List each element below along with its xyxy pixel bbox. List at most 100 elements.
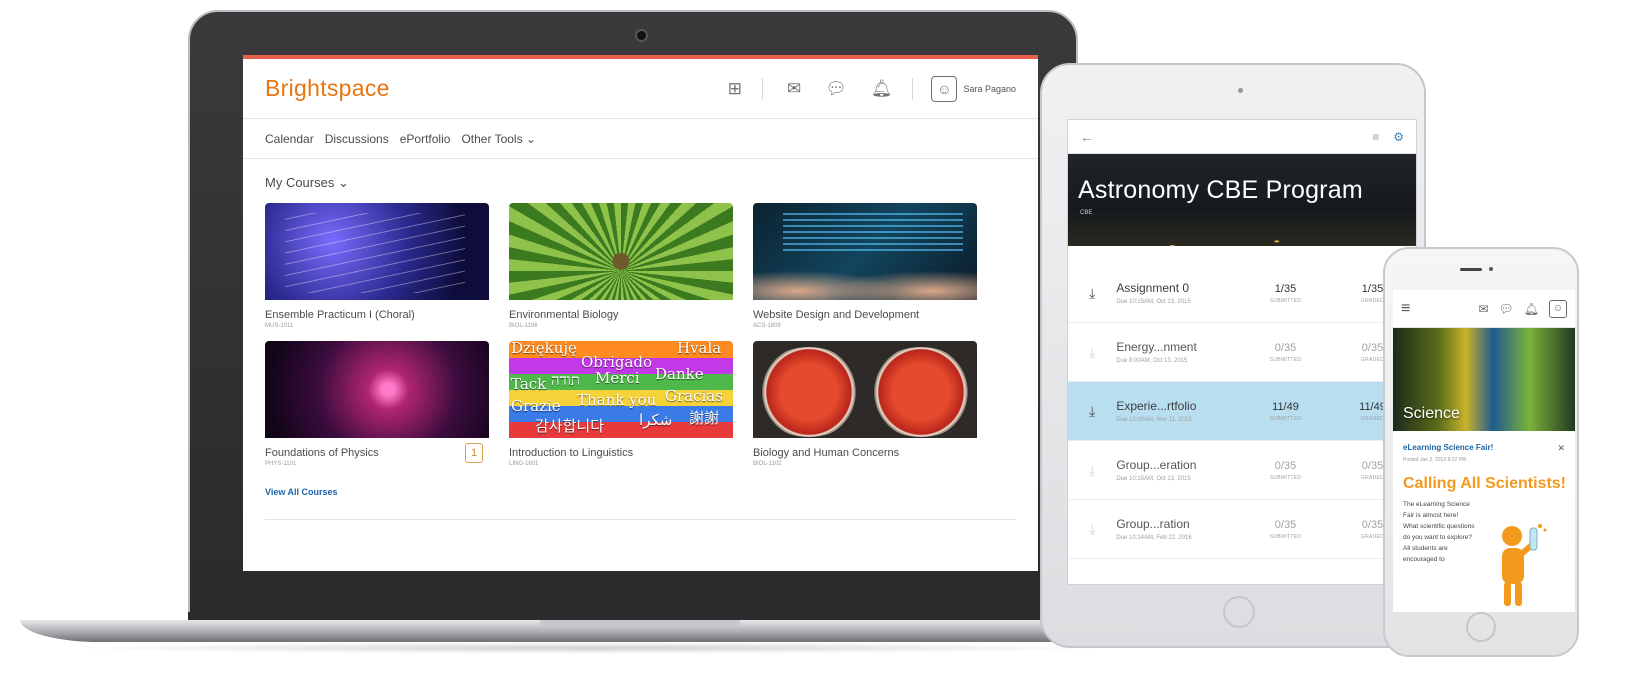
course-name[interactable]: Biology and Human Concerns — [753, 447, 977, 459]
word-tile: Gracias — [665, 387, 723, 405]
back-arrow-icon[interactable]: ← — [1080, 129, 1358, 145]
header-divider — [912, 77, 914, 100]
word-tile: Merci — [595, 369, 640, 387]
nav-item-calendar[interactable]: Calendar — [265, 132, 314, 146]
view-all-courses-link[interactable]: View All Courses — [243, 467, 1038, 497]
course-name[interactable]: Foundations of Physics — [265, 447, 489, 459]
assignment-due: Due 10:14AM, Feb 22, 2016 — [1116, 534, 1192, 541]
apps-grid-icon[interactable]: ⊞ — [728, 79, 742, 99]
assignment-list: ⤓ Assignment 0 Due 10:15AM, Oct 13, 2015 … — [1068, 264, 1416, 559]
submitted-label: SUBMITTED — [1269, 356, 1302, 363]
phone-toolbar: ≡ ✉ 💬︎ 🔔︎ ☺ — [1393, 290, 1575, 328]
course-card[interactable]: Environmental Biology BIOL-1106 — [509, 203, 733, 329]
announcement-title[interactable]: eLearning Science Fair! — [1403, 443, 1557, 454]
laptop-camera — [637, 31, 646, 40]
assignment-row[interactable]: ⤓ Energy...nment Due 8:00AM, Oct 13, 2015… — [1068, 323, 1416, 382]
announcement-headline: Calling All Scientists! — [1403, 475, 1566, 492]
course-card[interactable]: Website Design and Development ACS-1809 — [753, 203, 977, 329]
my-courses-title[interactable]: My Courses ⌄ — [243, 159, 1038, 203]
course-code: BIOL-1106 — [509, 323, 538, 329]
course-card[interactable]: Ensemble Practicum I (Choral) MUS-1011 — [265, 203, 489, 329]
nav-item-discussions[interactable]: Discussions — [325, 132, 389, 146]
banner-title: Astronomy CBE Program — [1078, 176, 1363, 204]
course-image-thank-you-words[interactable]: Dziękuję Obrigado Hvala Tack תודה Merci … — [509, 341, 733, 438]
download-icon[interactable]: ⤓ — [1068, 344, 1116, 361]
bell-icon[interactable]: 🔔︎ — [1524, 302, 1539, 316]
chat-icon[interactable]: 💬︎ — [1499, 302, 1514, 316]
sort-icon[interactable]: ≡ — [1372, 130, 1379, 144]
chat-icon[interactable]: 💬︎ — [825, 79, 847, 99]
navbar: Calendar Discussions ePortfolio Other To… — [243, 119, 1038, 159]
course-code: BIOL-1102 — [753, 461, 782, 467]
close-icon[interactable]: ✕ — [1557, 443, 1565, 454]
announcement-date: Posted Jan 2, 2013 8:22 PM — [1403, 457, 1467, 463]
course-banner: Astronomy CBE Program CBE — [1068, 154, 1416, 246]
brightspace-header: Brightspace ⊞ ✉ 💬︎ 🔔︎ ☺ Sara Pagano — [243, 59, 1038, 119]
assignment-due: Due 10:15AM, Oct 13, 2015 — [1116, 475, 1191, 482]
course-image-plasma-ball[interactable] — [265, 341, 489, 438]
download-icon[interactable]: ⤓ — [1068, 403, 1116, 420]
course-card[interactable]: Dziękuję Obrigado Hvala Tack תודה Merci … — [509, 341, 733, 467]
word-tile: Tack — [511, 375, 547, 393]
science-hero-image: Science — [1393, 328, 1575, 431]
submitted-count: 0/35 — [1274, 341, 1297, 354]
scientist-figure-illustration — [1502, 524, 1547, 606]
assignment-due: Due 10:00AM, Nov 11, 2015 — [1116, 416, 1192, 423]
submitted-label: SUBMITTED — [1269, 297, 1302, 304]
course-name[interactable]: Website Design and Development — [753, 309, 977, 321]
word-tile: Grazie — [511, 397, 561, 415]
assignment-due: Due 10:15AM, Oct 13, 2015 — [1116, 298, 1191, 305]
submitted-count: 11/49 — [1272, 400, 1299, 413]
assignment-title: Energy...nment — [1116, 339, 1197, 354]
assignment-row-selected[interactable]: ⤓ Experie...rtfolio Due 10:00AM, Nov 11, … — [1068, 382, 1416, 441]
course-image-tree-canopy[interactable] — [509, 203, 733, 300]
course-code: ACS-1809 — [753, 323, 781, 329]
update-count-badge[interactable]: 1 — [465, 443, 483, 463]
course-name[interactable]: Introduction to Linguistics — [509, 447, 733, 459]
tablet-toolbar: ← ≡ ⚙ — [1068, 120, 1416, 154]
course-card[interactable]: Foundations of Physics PHYS-1101 1 — [265, 341, 489, 467]
submitted-label: SUBMITTED — [1269, 474, 1302, 481]
assignment-title: Group...ration — [1116, 516, 1190, 531]
assignment-row[interactable]: ⤓ Group...eration Due 10:15AM, Oct 13, 20… — [1068, 441, 1416, 500]
course-image-music-conductor[interactable] — [265, 203, 489, 300]
assignment-title: Assignment 0 — [1116, 280, 1190, 295]
submitted-label: SUBMITTED — [1269, 533, 1302, 540]
user-avatar-icon[interactable]: ☺ — [931, 75, 958, 102]
nav-item-eportfolio[interactable]: ePortfolio — [400, 132, 451, 146]
download-icon[interactable]: ⤓ — [1068, 462, 1116, 479]
course-name[interactable]: Ensemble Practicum I (Choral) — [265, 309, 489, 321]
word-tile: Danke — [655, 365, 704, 383]
gear-icon[interactable]: ⚙ — [1393, 130, 1404, 144]
submitted-count: 1/35 — [1274, 282, 1297, 295]
course-image-code-hands[interactable] — [753, 203, 977, 300]
user-avatar-icon[interactable]: ☺ — [1549, 299, 1567, 318]
download-icon[interactable]: ⤓ — [1068, 285, 1116, 302]
course-card[interactable]: Biology and Human Concerns BIOL-1102 — [753, 341, 977, 467]
bell-icon[interactable]: 🔔︎ — [871, 79, 893, 99]
widget-divider — [265, 519, 1016, 520]
device-mockup-scene: Brightspace ⊞ ✉ 💬︎ 🔔︎ ☺ Sara Pagano Cale… — [0, 0, 1652, 689]
header-divider — [762, 77, 764, 100]
assignment-title: Group...eration — [1116, 457, 1197, 472]
course-image-petri-dishes[interactable] — [753, 341, 977, 438]
word-tile: 감사합니다 — [535, 417, 605, 435]
nav-item-other-tools[interactable]: Other Tools ⌄ — [461, 132, 536, 146]
hamburger-menu-icon[interactable]: ≡ — [1401, 300, 1468, 318]
word-tile: شكرا — [639, 411, 673, 429]
announcement-body: The eLearning Science Fair is almost her… — [1403, 501, 1475, 563]
mail-icon[interactable]: ✉ — [1478, 302, 1488, 316]
hero-title: Science — [1403, 405, 1460, 422]
assignment-row[interactable]: ⤓ Group...ration Due 10:14AM, Feb 22, 201… — [1068, 500, 1416, 559]
download-icon[interactable]: ⤓ — [1068, 521, 1116, 538]
phone-speaker — [1460, 268, 1482, 271]
assignment-row[interactable]: ⤓ Assignment 0 Due 10:15AM, Oct 13, 2015 … — [1068, 264, 1416, 323]
tablet-camera — [1238, 88, 1243, 93]
course-name[interactable]: Environmental Biology — [509, 309, 733, 321]
submitted-label: SUBMITTED — [1269, 415, 1302, 422]
brightspace-logo[interactable]: Brightspace — [265, 75, 704, 102]
phone-home-button — [1466, 612, 1496, 642]
user-name[interactable]: Sara Pagano — [963, 84, 1016, 94]
mail-icon[interactable]: ✉ — [787, 79, 801, 99]
submitted-count: 0/35 — [1274, 459, 1297, 472]
